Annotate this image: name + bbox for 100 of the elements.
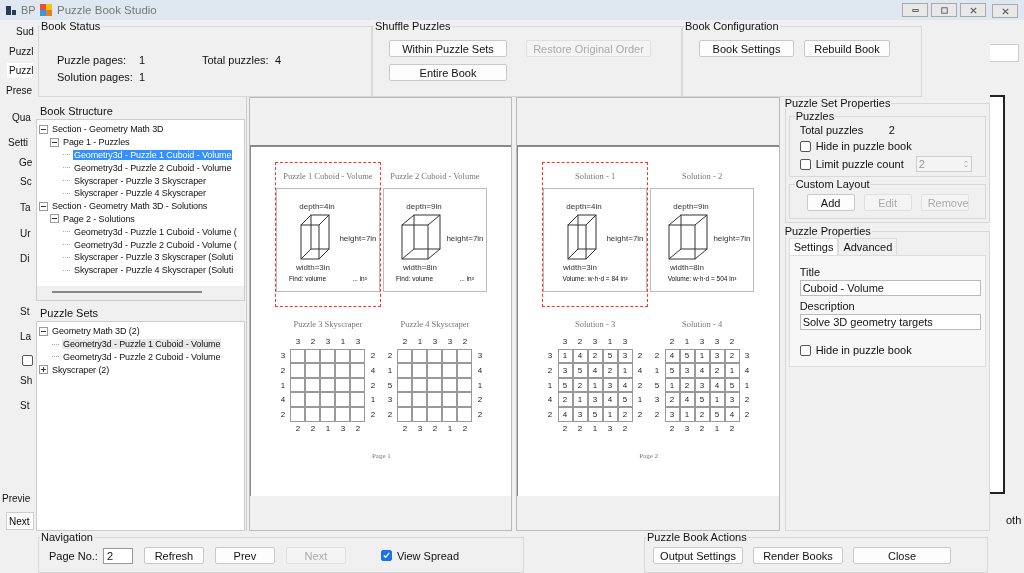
grid-cell: 4 — [724, 406, 740, 422]
field-label: St — [20, 400, 30, 411]
shuffle-button[interactable]: Within Puzzle Sets — [389, 40, 507, 57]
action-button[interactable]: Render Books — [753, 547, 843, 564]
grid-cell: 2 — [694, 406, 710, 422]
clue-number: 1 — [369, 394, 377, 407]
grid-cell — [397, 377, 413, 393]
tree-item[interactable]: Skyscraper - Puzzle 3 Skyscraper (Soluti — [73, 252, 235, 263]
group-title: Custom Layout — [794, 178, 871, 190]
clue-number: 3 — [324, 335, 332, 348]
puzzle-title: Solution - 4 — [682, 318, 723, 331]
checkbox[interactable] — [799, 158, 811, 170]
tab[interactable]: Advanced — [838, 238, 898, 255]
shuffle-button[interactable]: Entire Book — [389, 64, 507, 81]
tree-item[interactable]: Section - Geometry Math 3D — [51, 124, 165, 135]
clue-number: 3 — [561, 335, 569, 348]
text-field[interactable] — [990, 44, 1019, 62]
clue-number: 1 — [279, 379, 287, 392]
dimension-label: height=7in — [446, 234, 484, 243]
tab[interactable]: Puzzl — [7, 63, 34, 78]
tree-item[interactable]: Geometry3d - Puzzle 2 Cuboid - Volume — [73, 162, 233, 173]
puzzle-frame[interactable]: Solution - 3 3 2 3 1 3 3 1 4 2 5 3 2 2 3 5 4 2 1 4 1 5 2 1 3 4 2 4 2 1 3 4 5 1 2 4 3 5 1 2 2 2 2 1 3 2 — [543, 314, 648, 437]
nav-button[interactable]: Prev — [214, 547, 275, 564]
checkbox[interactable] — [380, 550, 392, 561]
minimize-button[interactable] — [902, 3, 928, 17]
clue-number: 2 — [386, 350, 394, 363]
expander-icon[interactable] — [50, 137, 59, 147]
nav-button[interactable]: Refresh — [143, 547, 204, 564]
tab[interactable]: Sud — [16, 26, 34, 37]
expander-icon[interactable] — [39, 124, 48, 134]
clue-number: 5 — [386, 379, 394, 392]
tree-item[interactable]: Page 2 - Solutions — [62, 213, 136, 224]
grid-cell — [397, 392, 413, 407]
dimension-label: height=7in — [339, 234, 377, 243]
text-field[interactable]: Cuboid - Volume — [799, 280, 981, 296]
tree-item[interactable]: Geometry3d - Puzzle 2 Cuboid - Volume ( — [73, 239, 238, 250]
expander-icon[interactable] — [39, 201, 48, 211]
tab[interactable]: Setti — [8, 137, 28, 148]
tree-item[interactable]: Geometry3d - Puzzle 1 Cuboid - Volume — [62, 339, 222, 350]
tab[interactable]: Prese — [6, 85, 33, 96]
clue-number: 2 — [653, 350, 661, 363]
close-button[interactable] — [992, 4, 1018, 18]
grid-cell: 4 — [664, 348, 680, 364]
tree-item[interactable]: Geometry3d - Puzzle 1 Cuboid - Volume ( — [73, 226, 238, 237]
checkbox-label[interactable]: Limit puzzle count — [815, 158, 911, 170]
clue-number: 2 — [576, 335, 584, 348]
tree-item[interactable]: Geometry Math 3D (2) — [51, 326, 141, 337]
dimension-label: height=7in — [713, 234, 751, 243]
grid-cell — [427, 363, 443, 378]
puzzle-frame[interactable]: Puzzle 4 Skyscraper 2 1 3 3 2 2 3 1 4 5 1 3 2 2 2 2 3 2 1 2 — [382, 314, 487, 437]
field-label: oth — [1006, 514, 1022, 526]
grid-cell: 4 — [709, 377, 725, 393]
tree-item[interactable]: Page 1 - Puzzles — [62, 137, 131, 148]
expander-icon[interactable] — [39, 365, 48, 375]
tree-item[interactable]: Skyscraper (2) — [51, 364, 111, 375]
grid-cell: 3 — [557, 363, 573, 378]
maximize-button[interactable] — [931, 3, 957, 17]
grid-cell: 5 — [694, 392, 710, 407]
grid-cell: 5 — [709, 406, 725, 422]
puzzle-title: Solution - 1 — [575, 169, 616, 183]
clue-number: 1 — [636, 394, 644, 407]
window-title: Puzzle Book Studio — [57, 4, 157, 16]
checkbox[interactable] — [799, 140, 811, 152]
panel-title: Puzzle Sets — [40, 307, 100, 319]
expander-icon[interactable] — [39, 326, 48, 336]
action-button[interactable]: Close — [853, 547, 951, 564]
puzzle-frame[interactable]: Puzzle 3 Skyscraper 3 2 3 1 3 3 2 2 4 1 2 4 1 2 2 2 2 1 3 2 — [275, 314, 380, 437]
config-button[interactable]: Rebuild Book — [804, 40, 890, 57]
grid-cell: 5 — [572, 363, 588, 378]
close-button[interactable] — [960, 3, 986, 17]
config-button[interactable]: Book Settings — [699, 40, 794, 57]
checkbox[interactable] — [22, 355, 33, 366]
checkbox-label[interactable]: Hide in puzzle book — [815, 140, 912, 152]
checkbox-label[interactable]: View Spread — [396, 549, 460, 562]
tree-item[interactable]: Skyscraper - Puzzle 3 Skyscraper — [73, 175, 207, 186]
clue-number: 1 — [606, 335, 614, 348]
clue-number: 4 — [743, 365, 751, 377]
layout-button[interactable]: Add — [806, 194, 855, 211]
text-field[interactable]: Solve 3D geometry targets — [799, 314, 981, 330]
puzzle-frame[interactable]: Solution - 4 2 1 3 3 2 2 4 5 1 3 2 3 1 5 3 4 2 1 4 5 1 2 3 4 5 1 3 2 4 5 1 3 2 2 3 1 2 5 4 2 2 3 2 1 2 — [650, 314, 755, 437]
tree-item[interactable]: Section - Geometry Math 3D - Solutions — [51, 201, 209, 212]
tree-item[interactable]: Geometry3d - Puzzle 2 Cuboid - Volume — [62, 352, 222, 362]
tree-item[interactable]: Skyscraper - Puzzle 4 Skyscraper — [73, 188, 207, 199]
grid-cell: 4 — [694, 363, 710, 378]
grid-cell: 4 — [572, 348, 588, 364]
action-button[interactable]: Output Settings — [653, 547, 743, 564]
expander-icon[interactable] — [50, 214, 59, 224]
grid-cell: 4 — [557, 406, 573, 422]
clue-number: 5 — [653, 379, 661, 392]
tab[interactable]: Puzzl — [9, 46, 34, 57]
tab[interactable]: Settings — [788, 238, 839, 255]
checkbox[interactable] — [799, 344, 811, 356]
grid-cell — [427, 392, 443, 407]
checkbox-label[interactable]: Hide in puzzle book — [815, 344, 912, 356]
next-button[interactable]: Next — [6, 512, 34, 530]
tree-item[interactable]: Skyscraper - Puzzle 4 Skyscraper (Soluti — [73, 265, 235, 276]
dimension-label: width=3in — [295, 263, 330, 272]
cuboid-drawing — [401, 214, 441, 260]
page-number-field[interactable]: 2 — [102, 547, 133, 564]
horizontal-scrollbar[interactable] — [37, 286, 245, 300]
